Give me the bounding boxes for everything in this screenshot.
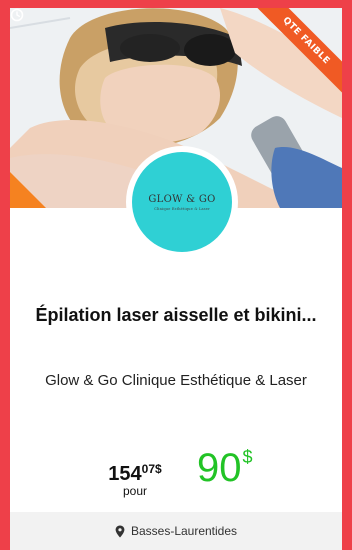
low-quantity-ribbon: QTE FAIBLE (250, 8, 342, 100)
merchant-logo: GLOW & GO Clinique Esthétique & Laser (126, 146, 238, 258)
low-quantity-badge: QTE FAIBLE (250, 8, 342, 99)
location-bar: Basses-Laurentides (10, 512, 342, 550)
location-pin-icon (115, 525, 125, 537)
pour-label: pour (122, 484, 148, 498)
original-price: 15407$ pour (92, 462, 178, 498)
location-label: Basses-Laurentides (130, 524, 238, 538)
deal-card[interactable]: QTE FAIBLE GLOW & GO Clinique Esthétique… (10, 8, 342, 550)
clock-icon (10, 8, 24, 22)
original-price-cents: 07$ (141, 462, 162, 476)
deal-price: 90$ (197, 446, 253, 491)
logo-circle: GLOW & GO Clinique Esthétique & Laser (132, 152, 232, 252)
timer-corner (10, 172, 46, 208)
merchant-name: Glow & Go Clinique Esthétique & Laser (45, 372, 307, 389)
logo-tagline: Clinique Esthétique & Laser (154, 206, 210, 211)
deal-price-main: 90 (197, 446, 242, 490)
original-price-main: 154 (108, 463, 142, 485)
deal-title[interactable]: Épilation laser aisselle et bikini... (26, 304, 326, 326)
logo-name: GLOW & GO (148, 193, 216, 205)
deal-price-currency: $ (242, 447, 253, 467)
